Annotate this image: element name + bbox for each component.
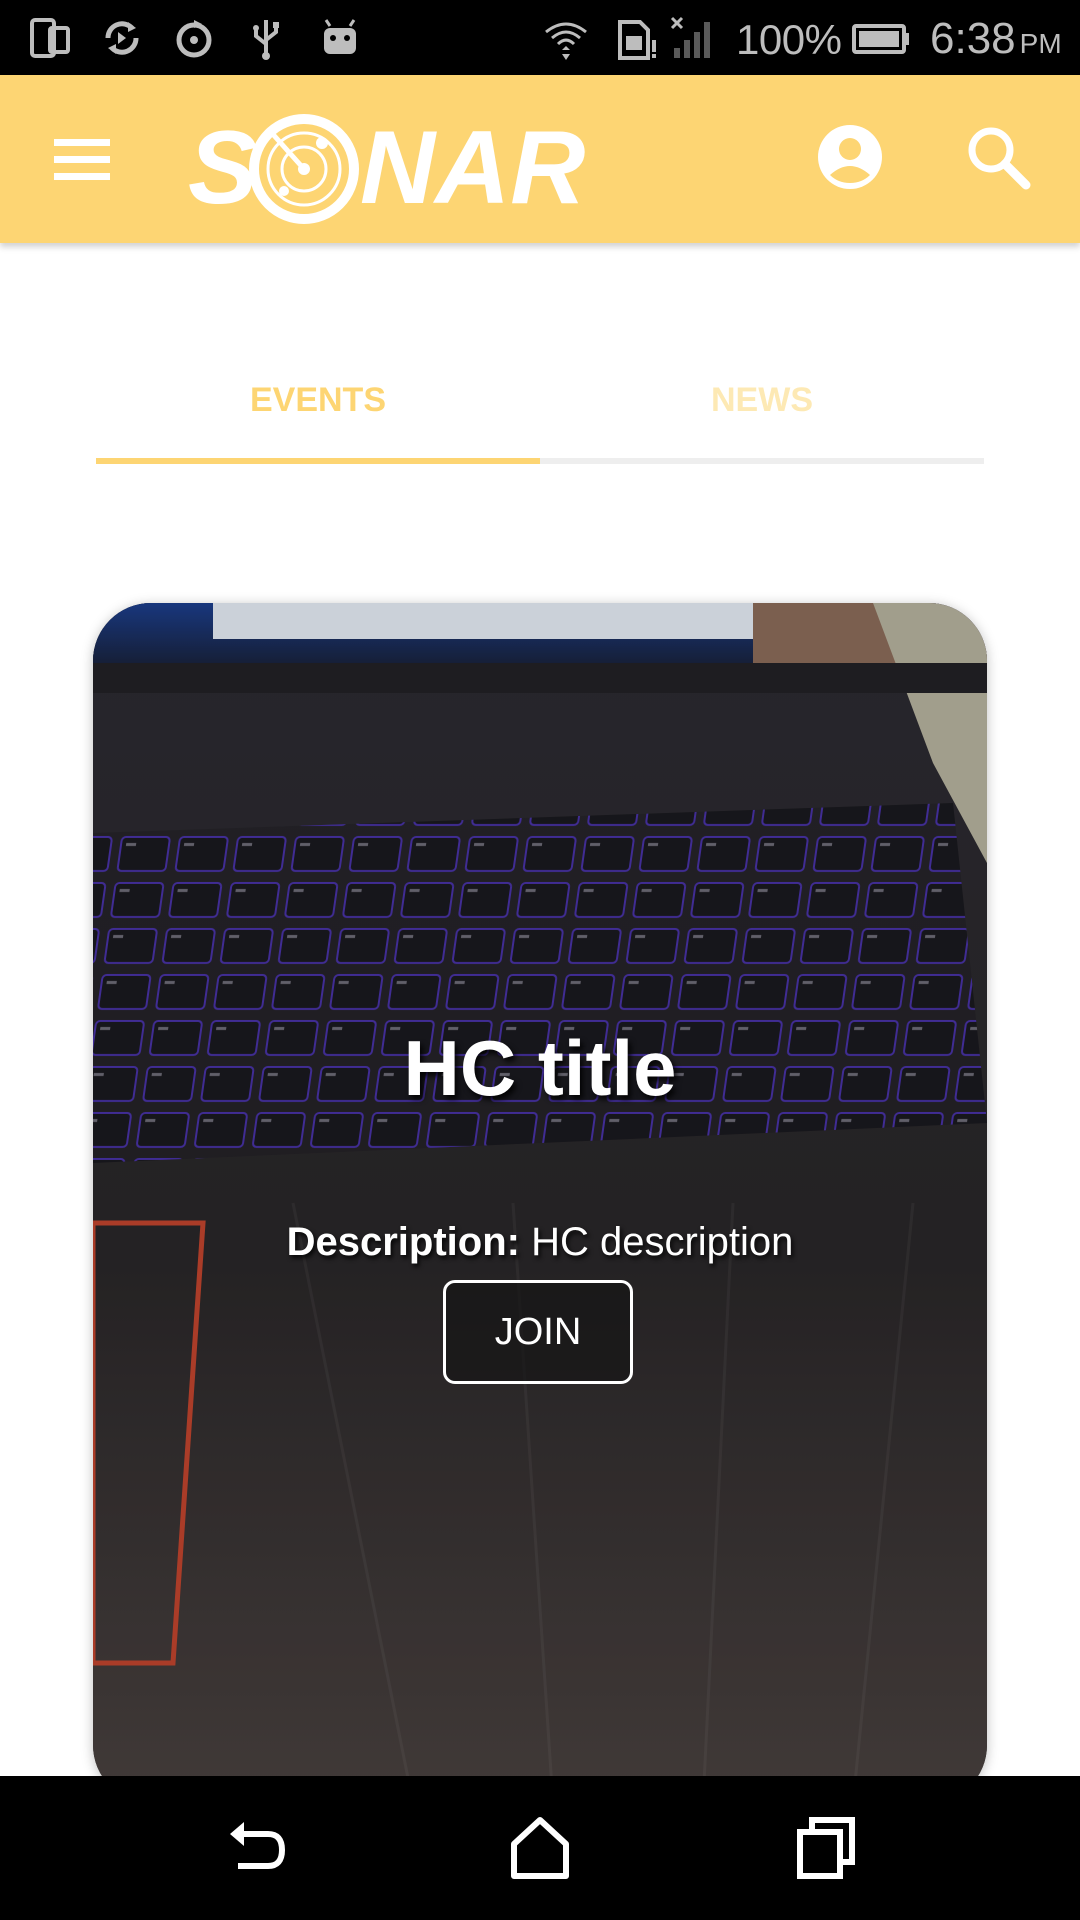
- hamburger-menu-icon: [54, 139, 110, 180]
- description-label: Description:: [286, 1220, 520, 1264]
- search-icon: [968, 127, 1031, 190]
- clock: 6:38 PM: [930, 14, 1062, 64]
- svg-text:S: S: [188, 110, 257, 225]
- status-bar: 100% 6:38 PM: [0, 0, 1080, 75]
- event-image: [93, 603, 987, 1803]
- account-circle-icon: [818, 125, 882, 189]
- usb-icon: [242, 14, 290, 62]
- event-card[interactable]: HC title Description: HC description JOI…: [93, 603, 987, 1803]
- recents-icon: [797, 1817, 855, 1879]
- battery-percent: 100%: [736, 16, 842, 63]
- back-icon: [230, 1822, 286, 1869]
- svg-text:NAR: NAR: [360, 110, 585, 225]
- event-title: HC title: [403, 1024, 677, 1112]
- clock-time: 6:38: [930, 14, 1016, 63]
- loading-icon: [170, 14, 218, 62]
- home-icon: [511, 1817, 569, 1879]
- tab-news[interactable]: NEWS: [540, 360, 984, 460]
- navigation-bar: [0, 1776, 1080, 1920]
- menu-button[interactable]: [42, 119, 122, 199]
- search-button[interactable]: [958, 117, 1038, 197]
- recents-button[interactable]: [790, 1812, 862, 1884]
- event-description: Description: HC description: [93, 1220, 987, 1265]
- android-icon: [316, 14, 364, 62]
- phone-icon: [26, 14, 74, 62]
- tab-bar: EVENTS NEWS: [96, 360, 984, 466]
- home-button[interactable]: [504, 1812, 576, 1884]
- battery-icon: [852, 14, 910, 62]
- tab-events[interactable]: EVENTS: [96, 360, 540, 460]
- wifi-icon: [542, 14, 590, 62]
- app-bar: S NAR: [0, 75, 1080, 243]
- sonar-logo: S NAR: [188, 95, 608, 225]
- clock-ampm: PM: [1019, 28, 1062, 59]
- description-text: HC description: [531, 1220, 794, 1264]
- join-button[interactable]: JOIN: [443, 1280, 633, 1384]
- account-button[interactable]: [810, 117, 890, 197]
- signal-icon: [668, 14, 716, 62]
- tab-indicator: [96, 458, 540, 464]
- sim-icon: [612, 14, 660, 62]
- sync-icon: [98, 14, 146, 62]
- radar-icon: [249, 114, 359, 224]
- back-button[interactable]: [218, 1812, 290, 1884]
